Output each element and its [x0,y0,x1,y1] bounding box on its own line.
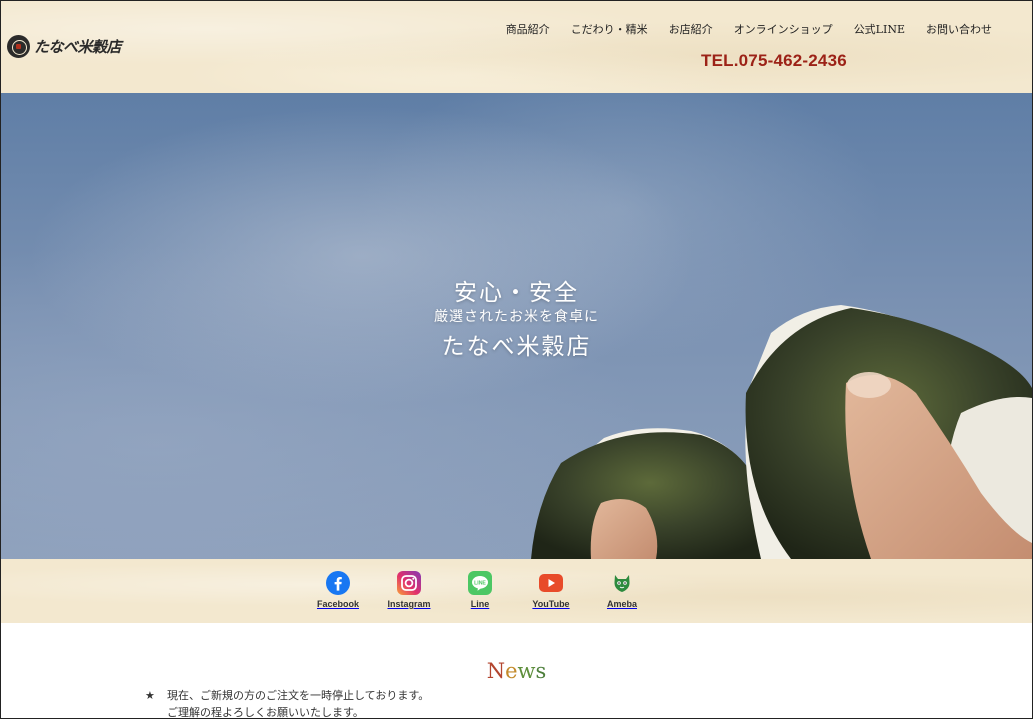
social-links-bar: Facebook Instagram LINE Line YouTube Ame… [1,559,1032,623]
hero-shop-name: たなべ米穀店 [441,334,592,360]
nav-kodawari[interactable]: こだわり・精米 [571,21,648,37]
line-label: Line [470,599,490,609]
news-heading-char: N [486,659,506,683]
hero-banner: 安心・安全 厳選されたお米を食卓に たなべ米穀店 [1,93,1032,559]
star-bullet-icon: ★ [145,689,155,702]
nav-online-shop[interactable]: オンラインショップ [734,21,833,37]
youtube-icon [539,574,563,592]
news-item-line1: 現在、ご新規の方のご注文を一時停止しております。 [167,689,430,702]
facebook-label: Facebook [316,599,359,609]
news-heading-char: e [505,659,518,683]
news-item-line2: ご理解の程よろしくお願いいたします。 [167,706,364,719]
nav-about[interactable]: お店紹介 [669,21,713,37]
ameba-link[interactable]: Ameba [587,571,657,609]
instagram-label: Instagram [387,599,431,609]
youtube-label: YouTube [532,599,570,609]
line-icon: LINE [468,571,492,595]
site-header: たなべ米穀店 商品紹介 こだわり・精米 お店紹介 オンラインショップ 公式LIN… [1,1,1032,93]
nav-contact[interactable]: お問い合わせ [926,21,992,37]
ameba-label: Ameba [606,599,637,609]
nav-products[interactable]: 商品紹介 [506,21,550,37]
logo-text: たなべ米穀店 [34,37,122,56]
news-heading: News [1,659,1032,683]
instagram-link[interactable]: Instagram [374,571,444,609]
logo-emblem-icon [7,34,30,58]
facebook-link[interactable]: Facebook [303,571,373,609]
line-link[interactable]: LINE Line [445,571,515,609]
news-item: ★ 現在、ご新規の方のご注文を一時停止しております。 ご理解の程よろしくお願いいた… [145,687,429,719]
svg-text:LINE: LINE [474,580,486,586]
nav-line[interactable]: 公式LINE [854,21,905,37]
phone-number[interactable]: TEL.075-462-2436 [701,51,847,71]
onigiri-photo [531,305,1032,559]
hero-headline: 安心・安全 [454,280,579,306]
main-nav: 商品紹介 こだわり・精米 お店紹介 オンラインショップ 公式LINE お問い合わ… [506,21,992,37]
ameba-icon [614,575,630,592]
site-logo[interactable]: たなべ米穀店 [7,34,122,58]
facebook-icon [326,571,350,595]
news-heading-char: w [517,659,536,683]
instagram-icon [397,571,421,595]
hero-subline: 厳選されたお米を食卓に [434,309,599,325]
news-heading-char: s [535,659,547,683]
youtube-link[interactable]: YouTube [516,571,586,609]
